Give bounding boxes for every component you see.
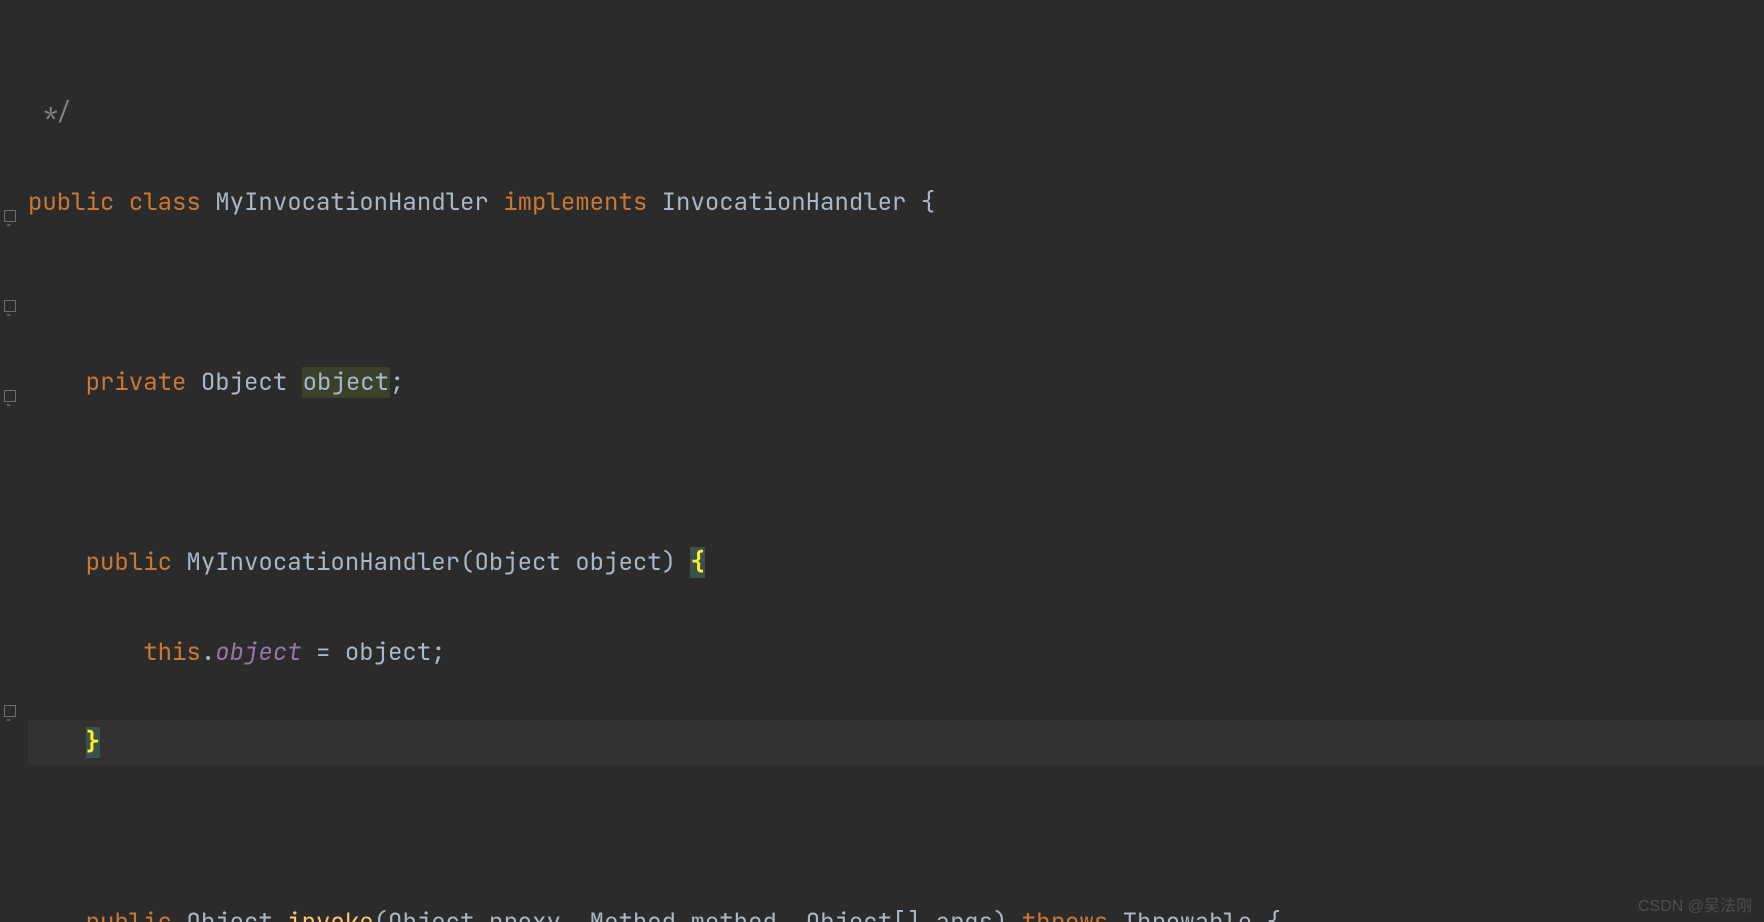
- comma: ,: [561, 907, 590, 922]
- brace-open: {: [921, 187, 935, 218]
- type-object: Object: [186, 907, 272, 922]
- type-object: Object: [201, 367, 287, 398]
- constructor-name: MyInvocationHandler: [186, 547, 460, 578]
- keyword-public: public: [86, 907, 172, 922]
- semicolon: ;: [431, 637, 445, 668]
- keyword-private: private: [86, 367, 187, 398]
- code-editor[interactable]: */ public class MyInvocationHandler impl…: [0, 0, 1764, 922]
- code-line-current[interactable]: }: [28, 720, 1764, 765]
- keyword-public: public: [86, 547, 172, 578]
- code-line[interactable]: public Object invoke(Object proxy, Metho…: [28, 900, 1764, 922]
- fold-toggle-icon[interactable]: [4, 210, 18, 224]
- lparen: (: [460, 547, 474, 578]
- assign: =: [302, 637, 345, 668]
- dot: .: [201, 637, 215, 668]
- type-object: Object: [388, 907, 474, 922]
- rparen: ): [993, 907, 1007, 922]
- code-line[interactable]: */: [28, 90, 1764, 135]
- keyword-public: public: [28, 187, 114, 218]
- code-line-empty[interactable]: [28, 450, 1764, 495]
- type-object: Object: [474, 547, 560, 578]
- param-args: args: [935, 907, 993, 922]
- brace-close-highlight: }: [86, 727, 100, 758]
- brace-open: {: [1267, 907, 1281, 922]
- fold-gutter: [0, 0, 24, 922]
- field-object: object: [215, 637, 301, 668]
- keyword-this: this: [143, 637, 201, 668]
- class-name: MyInvocationHandler: [215, 187, 489, 218]
- array-suffix: []: [892, 907, 921, 922]
- keyword-implements: implements: [503, 187, 647, 218]
- comma: ,: [777, 907, 806, 922]
- brace-open-highlight: {: [690, 547, 704, 578]
- code-line[interactable]: public class MyInvocationHandler impleme…: [28, 180, 1764, 225]
- lparen: (: [374, 907, 388, 922]
- param-object: object: [575, 547, 661, 578]
- watermark: CSDN @吴法刚: [1638, 892, 1752, 916]
- param-method: method: [690, 907, 776, 922]
- type-throwable: Throwable: [1123, 907, 1253, 922]
- semicolon: ;: [390, 367, 404, 398]
- code-line[interactable]: this.object = object;: [28, 630, 1764, 675]
- fold-toggle-icon[interactable]: [4, 705, 18, 719]
- method-invoke: invoke: [287, 907, 373, 922]
- type-method: Method: [590, 907, 676, 922]
- code-line[interactable]: private Object object;: [28, 360, 1764, 405]
- rparen: ): [662, 547, 676, 578]
- code-line-empty[interactable]: [28, 270, 1764, 315]
- keyword-class: class: [129, 187, 201, 218]
- field-object-highlighted: object: [302, 367, 390, 398]
- keyword-throws: throws: [1022, 907, 1108, 922]
- param-object: object: [345, 637, 431, 668]
- comment-close: */: [28, 97, 71, 128]
- interface-name: InvocationHandler: [662, 187, 907, 218]
- code-line-empty[interactable]: [28, 810, 1764, 855]
- type-object: Object: [806, 907, 892, 922]
- fold-toggle-icon[interactable]: [4, 390, 18, 404]
- code-line[interactable]: public MyInvocationHandler(Object object…: [28, 540, 1764, 585]
- param-proxy: proxy: [489, 907, 561, 922]
- fold-toggle-icon[interactable]: [4, 300, 18, 314]
